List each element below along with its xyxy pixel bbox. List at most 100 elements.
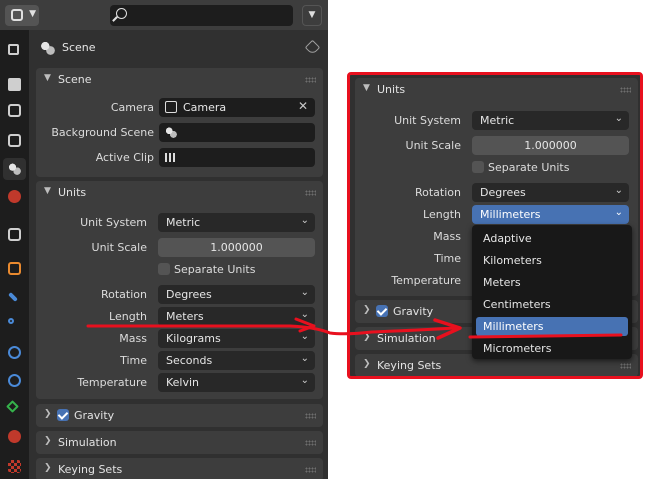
drag-handle-icon[interactable] [620, 87, 631, 93]
editor-type-button[interactable]: ▼ [5, 5, 39, 26]
unit-scale-label: Unit Scale [91, 241, 147, 254]
tab-modifier[interactable] [3, 286, 26, 308]
gravity-panel[interactable]: ❯ Gravity [36, 404, 323, 427]
options-menu-button[interactable]: ▼ [302, 5, 322, 26]
temperature-dropdown[interactable]: Kelvin ⌄ [158, 373, 315, 392]
separate-units-checkbox[interactable] [158, 263, 170, 275]
separate-units-checkbox[interactable] [472, 161, 484, 173]
units-panel-header[interactable]: ▼ Units [355, 78, 638, 102]
unit-system-label: Unit System [80, 216, 147, 229]
active-clip-label: Active Clip [95, 151, 154, 164]
rotation-label: Rotation [100, 288, 147, 301]
zoom-callout: ▼ Units Unit System Metric ⌄ Unit Scale … [347, 72, 643, 379]
properties-tabs [0, 30, 29, 479]
tab-world[interactable] [3, 186, 26, 208]
menu-item-label: Centimeters [483, 298, 551, 311]
clear-icon[interactable]: ✕ [298, 99, 308, 113]
unit-system-dropdown[interactable]: Metric ⌄ [158, 213, 315, 232]
drag-handle-icon[interactable] [305, 413, 316, 419]
menu-item-label: Micrometers [483, 342, 552, 355]
length-label: Length [423, 208, 461, 221]
length-dropdown-menu: Adaptive Kilometers Meters Centimeters M… [472, 225, 632, 359]
drag-handle-icon[interactable] [305, 467, 316, 473]
time-dropdown[interactable]: Seconds ⌄ [158, 351, 315, 370]
gravity-checkbox[interactable] [376, 305, 388, 317]
menu-item-micrometers[interactable]: Micrometers [476, 339, 628, 358]
physics-icon [8, 346, 21, 359]
number-value: 1.000000 [524, 139, 577, 152]
panel-title: Keying Sets [58, 463, 123, 476]
dropdown-value: Degrees [480, 186, 526, 199]
tab-output[interactable] [3, 100, 26, 122]
scene-panel-header[interactable]: ▼ Scene [36, 68, 323, 92]
tab-data[interactable] [3, 398, 26, 420]
chevron-down-icon: ⌄ [300, 215, 309, 226]
active-clip-field[interactable] [159, 148, 315, 167]
keying-sets-panel[interactable]: ❯ Keying Sets [36, 458, 323, 479]
page-title: Scene [62, 41, 96, 54]
units-panel-header[interactable]: ▼ Units [36, 181, 323, 205]
background-scene-label: Background Scene [51, 126, 154, 139]
collection-icon [8, 228, 21, 241]
menu-item-kilometers[interactable]: Kilometers [476, 251, 628, 270]
tab-render[interactable] [3, 74, 26, 96]
chevron-down-icon: ⌄ [614, 113, 623, 124]
dropdown-value: Seconds [166, 354, 213, 367]
rotation-dropdown[interactable]: Degrees ⌄ [472, 183, 629, 202]
render-icon [8, 78, 21, 91]
panel-title: Simulation [58, 436, 117, 449]
tab-constraints[interactable] [3, 370, 26, 392]
mass-dropdown[interactable]: Kilograms ⌄ [158, 329, 315, 348]
output-icon [8, 104, 21, 117]
menu-item-millimeters[interactable]: Millimeters [476, 317, 628, 336]
search-input[interactable] [110, 5, 293, 26]
drag-handle-icon[interactable] [620, 363, 631, 369]
mass-label: Mass [433, 230, 461, 243]
length-dropdown-open[interactable]: Millimeters ⌄ [472, 205, 629, 224]
tab-physics[interactable] [3, 342, 26, 364]
dropdown-value: Metric [166, 216, 201, 229]
chevron-right-icon: ❯ [44, 463, 52, 473]
tab-view-layer[interactable] [3, 130, 26, 152]
separate-units-label: Separate Units [174, 263, 256, 276]
chevron-down-icon: ⌄ [300, 375, 309, 386]
tab-object[interactable] [3, 258, 26, 280]
chevron-down-icon: ⌄ [300, 353, 309, 364]
number-value: 1.000000 [210, 241, 263, 254]
object-icon [8, 262, 21, 275]
scene-panel: ▼ Scene Camera Camera ✕ Background Scene… [36, 68, 323, 177]
unit-scale-field[interactable]: 1.000000 [472, 136, 629, 155]
tab-particles[interactable] [3, 314, 26, 336]
chevron-down-icon: ⌄ [614, 185, 623, 196]
background-scene-field[interactable] [159, 123, 315, 142]
unit-system-dropdown[interactable]: Metric ⌄ [472, 111, 629, 130]
tab-tool[interactable] [3, 40, 26, 62]
menu-item-meters[interactable]: Meters [476, 273, 628, 292]
tab-texture[interactable] [3, 456, 26, 478]
menu-item-label: Millimeters [483, 320, 544, 333]
dropdown-value: Millimeters [480, 208, 541, 221]
camera-value: Camera [183, 101, 227, 114]
dropdown-value: Meters [166, 310, 204, 323]
tool-icon [8, 44, 19, 55]
pin-icon[interactable] [304, 39, 321, 56]
drag-handle-icon[interactable] [305, 190, 316, 196]
drag-handle-icon[interactable] [305, 440, 316, 446]
menu-item-adaptive[interactable]: Adaptive [476, 229, 628, 248]
panel-title: Simulation [377, 332, 436, 345]
camera-field[interactable]: Camera ✕ [159, 98, 315, 117]
unit-scale-field[interactable]: 1.000000 [158, 238, 315, 257]
tab-scene[interactable] [3, 158, 26, 180]
view-layer-icon [8, 134, 21, 147]
chevron-down-icon: ⌄ [300, 331, 309, 342]
drag-handle-icon[interactable] [305, 77, 316, 83]
simulation-panel[interactable]: ❯ Simulation [36, 431, 323, 454]
rotation-dropdown[interactable]: Degrees ⌄ [158, 285, 315, 304]
chevron-right-icon: ❯ [363, 332, 371, 342]
menu-item-centimeters[interactable]: Centimeters [476, 295, 628, 314]
tab-material[interactable] [3, 426, 26, 448]
header-bar: ▼ ▼ [0, 0, 328, 30]
tab-collection[interactable] [3, 224, 26, 246]
gravity-checkbox[interactable] [57, 409, 69, 421]
length-dropdown[interactable]: Meters ⌄ [158, 307, 315, 326]
